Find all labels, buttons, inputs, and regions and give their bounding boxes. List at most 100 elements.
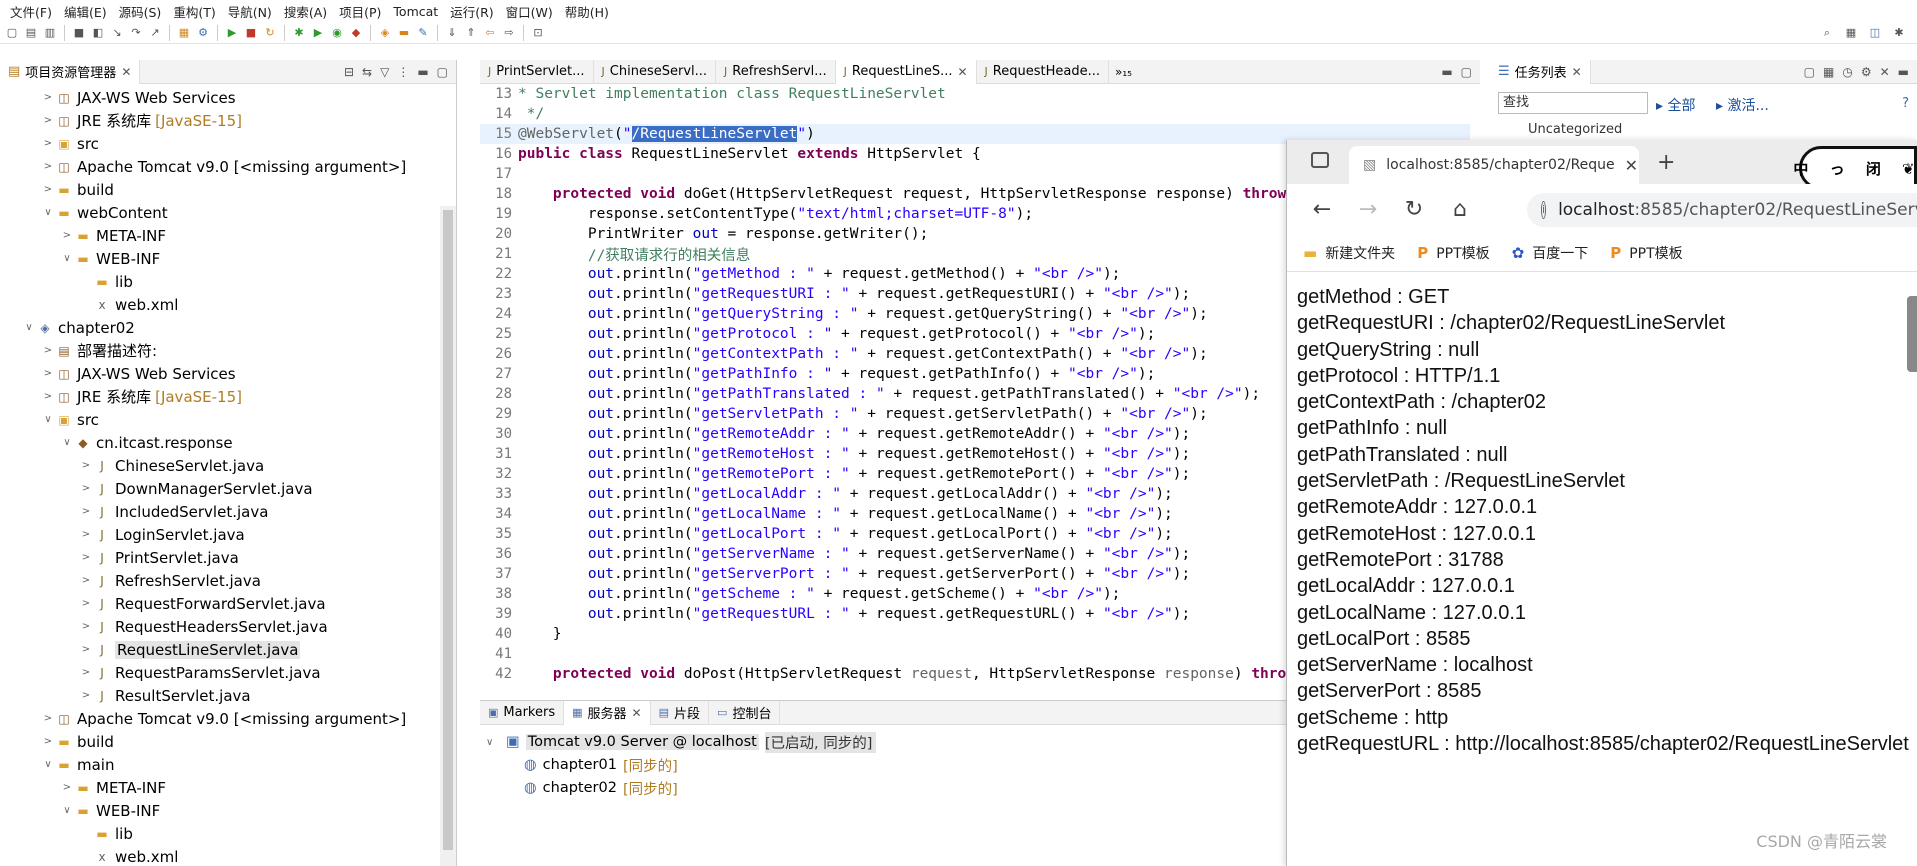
expand-arrow-icon[interactable]: > — [41, 115, 55, 126]
tree-item[interactable]: > J DownManagerServlet.java — [0, 477, 440, 500]
disconnect-icon[interactable]: ◧ — [90, 25, 106, 41]
expand-arrow-icon[interactable]: ∨ — [22, 322, 36, 333]
expand-arrow-icon[interactable]: > — [41, 368, 55, 379]
new-server-icon[interactable]: ▦ — [176, 25, 192, 41]
tree-item[interactable]: > ◫ JAX-WS Web Services — [0, 86, 440, 109]
bookmark-item[interactable]: ▬ 新建文件夹 — [1303, 243, 1395, 263]
debug-perspective-icon[interactable]: ✱ — [1891, 25, 1907, 41]
sidebar-toggle-icon[interactable] — [1311, 152, 1329, 168]
minimize-icon[interactable]: ▬ — [417, 65, 428, 79]
tree-item[interactable]: ∨ ▬ WEB-INF — [0, 799, 440, 822]
expand-arrow-icon[interactable]: ∨ — [60, 805, 74, 816]
module-row[interactable]: ◍ chapter01 [同步的] — [524, 754, 678, 776]
bottom-tab[interactable]: ▦ 服务器 ✕ — [564, 701, 651, 725]
tree-item[interactable]: > J RequestLineServlet.java — [0, 638, 440, 661]
editor-tab[interactable]: J ChineseServl... — [594, 60, 717, 84]
close-icon[interactable]: ✕ — [1572, 65, 1582, 79]
tree-item[interactable]: > ▣ src — [0, 132, 440, 155]
tree-item[interactable]: > J RequestForwardServlet.java — [0, 592, 440, 615]
stop-tomcat-icon[interactable]: ■ — [243, 25, 259, 41]
maximize-icon[interactable]: ▢ — [1461, 65, 1472, 79]
expand-arrow-icon[interactable]: ∨ — [60, 253, 74, 264]
java-ee-perspective-icon[interactable]: ◫ — [1867, 25, 1883, 41]
tree-item[interactable]: > J ChineseServlet.java — [0, 454, 440, 477]
help-icon[interactable]: ? — [1902, 96, 1909, 111]
expand-arrow-icon[interactable]: > — [41, 161, 55, 172]
hide-completed-icon[interactable]: ✕ — [1880, 65, 1890, 79]
debug-icon[interactable]: ✱ — [291, 25, 307, 41]
bookmark-item[interactable]: P PPT模板 — [1610, 243, 1682, 263]
server-row[interactable]: ∨ ▣ Tomcat v9.0 Server @ localhost [已启动,… — [486, 731, 877, 753]
task-search-input[interactable]: 查找 — [1498, 92, 1648, 114]
expand-arrow-icon[interactable]: ∨ — [486, 737, 500, 748]
tree-item[interactable]: > ▬ META-INF — [0, 224, 440, 247]
tree-item[interactable]: x web.xml — [0, 293, 440, 316]
run-icon[interactable]: ▶ — [310, 25, 326, 41]
run-tomcat-icon[interactable]: ▶ — [224, 25, 240, 41]
scheduled-icon[interactable]: ◷ — [1842, 65, 1852, 79]
tree-item[interactable]: ∨ ▣ src — [0, 408, 440, 431]
open-perspective-icon[interactable]: ▦ — [1843, 25, 1859, 41]
expand-arrow-icon[interactable]: > — [79, 598, 93, 609]
editor-tab[interactable]: J RequestHeade... — [977, 60, 1109, 84]
coverage-icon[interactable]: ◉ — [329, 25, 345, 41]
menu-item[interactable]: 导航(N) — [222, 2, 278, 21]
expand-arrow-icon[interactable]: > — [41, 92, 55, 103]
new-tab-icon[interactable]: + — [1657, 150, 1675, 175]
close-tab-icon[interactable]: ✕ — [1625, 156, 1638, 175]
expand-arrow-icon[interactable]: > — [79, 690, 93, 701]
expand-arrow-icon[interactable]: > — [41, 138, 55, 149]
save-icon[interactable]: ▤ — [23, 25, 39, 41]
editor-tab[interactable]: J RequestLineS... ✕ — [835, 60, 977, 84]
bottom-tab[interactable]: ▣ Markers — [480, 701, 565, 725]
tree-item[interactable]: > ◫ JAX-WS Web Services — [0, 362, 440, 385]
expand-arrow-icon[interactable]: ∨ — [41, 414, 55, 425]
expand-arrow-icon[interactable]: > — [60, 230, 74, 241]
filter-icon[interactable]: ▽ — [380, 65, 389, 79]
tree-item[interactable]: ▬ lib — [0, 822, 440, 845]
tree-item[interactable]: > J ResultServlet.java — [0, 684, 440, 707]
expand-arrow-icon[interactable]: > — [41, 345, 55, 356]
collapse-all-icon[interactable]: ⊟ — [344, 65, 354, 79]
expand-arrow-icon[interactable]: ∨ — [41, 759, 55, 770]
menu-item[interactable]: 窗口(W) — [500, 2, 559, 21]
menu-item[interactable]: 重构(T) — [167, 2, 221, 21]
minimize-icon[interactable]: ▬ — [1441, 65, 1452, 79]
expand-arrow-icon[interactable]: > — [79, 644, 93, 655]
expand-arrow-icon[interactable]: > — [79, 621, 93, 632]
view-menu-icon[interactable]: ⋮ — [397, 65, 409, 79]
home-icon[interactable]: ⌂ — [1437, 197, 1483, 222]
tree-item[interactable]: > J PrintServlet.java — [0, 546, 440, 569]
link-editor-icon[interactable]: ⇆ — [362, 65, 372, 79]
terminate-icon[interactable]: ■ — [71, 25, 87, 41]
page-scrollbar[interactable] — [1907, 296, 1917, 372]
reload-icon[interactable]: ↻ — [1391, 197, 1437, 222]
tree-item[interactable]: > ▤ 部署描述符: — [0, 339, 440, 362]
step-over-icon[interactable]: ↷ — [128, 25, 144, 41]
debug-config-icon[interactable]: ⚙ — [195, 25, 211, 41]
close-icon[interactable]: ✕ — [957, 65, 967, 79]
expand-arrow-icon[interactable]: > — [79, 552, 93, 563]
tree-item[interactable]: > ▬ build — [0, 178, 440, 201]
tree-item[interactable]: > J RequestParamsServlet.java — [0, 661, 440, 684]
step-into-icon[interactable]: ↘ — [109, 25, 125, 41]
tree-item[interactable]: > ◫ Apache Tomcat v9.0 [<missing argument>… — [0, 707, 440, 730]
tree-item[interactable]: ∨ ◆ cn.itcast.response — [0, 431, 440, 454]
forward-arrow-icon[interactable]: → — [1345, 197, 1391, 222]
editor-tab[interactable]: J PrintServlet... — [480, 60, 594, 84]
address-bar[interactable]: i localhost:8585/chapter02/RequestLineSe… — [1527, 193, 1917, 227]
tree-item[interactable]: ∨ ▬ webContent — [0, 201, 440, 224]
expand-arrow-icon[interactable]: > — [79, 506, 93, 517]
pen-icon[interactable]: ✎ — [415, 25, 431, 41]
tree-item[interactable]: > ◫ Apache Tomcat v9.0 [<missing argument>… — [0, 155, 440, 178]
open-type-icon[interactable]: ◈ — [377, 25, 393, 41]
bottom-tab[interactable]: ▤ 片段 — [651, 701, 710, 725]
menu-item[interactable]: 编辑(E) — [58, 2, 113, 21]
menu-item[interactable]: 项目(P) — [333, 2, 387, 21]
browser-tab[interactable]: ▧ localhost:8585/chapter02/Reque ✕ — [1349, 146, 1639, 184]
tab-task-list[interactable]: ☰ 任务列表 ✕ — [1490, 60, 1591, 84]
maximize-icon[interactable]: ▢ — [437, 65, 448, 79]
tree-item[interactable]: x web.xml — [0, 845, 440, 866]
close-icon[interactable]: ✕ — [121, 65, 131, 79]
save-all-icon[interactable]: ▥ — [42, 25, 58, 41]
